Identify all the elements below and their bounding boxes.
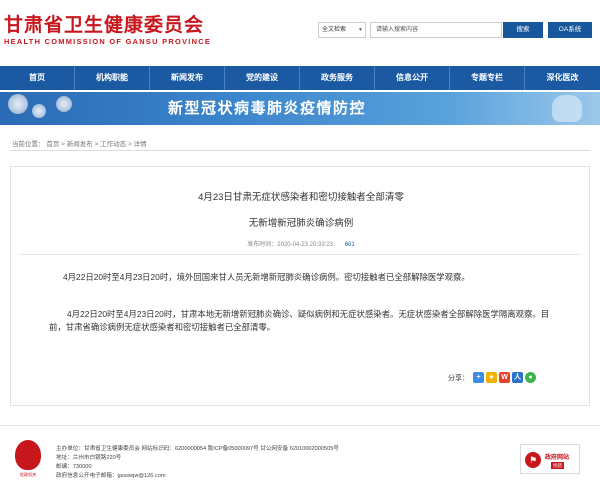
publish-time: 2020-04-23 20:33:23 <box>277 242 334 248</box>
breadcrumb-separator: > <box>127 141 132 148</box>
chevron-down-icon: ▼ <box>358 27 363 33</box>
nav-item-party[interactable]: 党的建设 <box>225 66 300 90</box>
search-bar: 全文检索 ▼ 请输入搜索内容 <box>318 22 502 38</box>
article-panel: 4月23日甘肃无症状感染者和密切接触者全部清零 无新增新冠肺炎确诊病例 发布时间… <box>10 166 590 406</box>
virus-icon <box>32 104 46 118</box>
breadcrumb-work-news[interactable]: 工作动态 <box>100 141 126 148</box>
share-label: 分享： <box>448 374 469 382</box>
nav-item-reform[interactable]: 深化医改 <box>525 66 600 90</box>
view-count: 601 <box>344 242 355 248</box>
article-paragraph: 4月22日20时至4月23日20时，境外回国来甘人员无新增新冠肺炎确诊病例。密切… <box>63 272 470 282</box>
share-bar: 分享： + ★ W 人 ● <box>448 372 536 383</box>
breadcrumb: 当前位置： 首页 > 新闻发布 > 工作动态 > 详情 <box>12 138 147 148</box>
publish-label: 发布时间： <box>247 242 278 248</box>
article-meta: 发布时间：2020-04-23 20:33:23 601 <box>11 239 591 248</box>
article-paragraph: 4月22日20时至4月23日20时，甘肃本地无新增新冠肺炎确诊、疑似病例和无症状… <box>49 309 550 332</box>
share-more-icon[interactable]: + <box>473 372 484 383</box>
nav-item-services[interactable]: 政务服务 <box>300 66 375 90</box>
nav-item-news[interactable]: 新闻发布 <box>150 66 225 90</box>
article-title: 4月23日甘肃无症状感染者和密切接触者全部清零 <box>198 192 404 203</box>
search-button[interactable]: 搜索 <box>503 22 543 38</box>
gov-site-error-report-badge[interactable]: ⚑ 政府网站 找错 <box>520 444 580 474</box>
article-subtitle: 无新增新冠肺炎确诊病例 <box>248 218 354 229</box>
covid-banner[interactable]: 新型冠状病毒肺炎疫情防控 <box>0 92 600 125</box>
breadcrumb-detail: 详情 <box>133 141 147 148</box>
article-divider <box>19 254 581 255</box>
banner-title: 新型冠状病毒肺炎疫情防控 <box>168 100 367 117</box>
qzone-icon[interactable]: ★ <box>486 372 497 383</box>
footer-address: 地址：兰州市白银路220号 <box>56 455 122 461</box>
virus-icon <box>56 96 72 112</box>
breadcrumb-home[interactable]: 首页 <box>46 141 59 148</box>
search-scope-label: 全文检索 <box>322 27 347 33</box>
wechat-icon[interactable]: ● <box>525 372 536 383</box>
virus-icon <box>8 94 28 114</box>
breadcrumb-separator: > <box>94 141 99 148</box>
gov-site-label: 政府网站 <box>545 455 570 461</box>
footer-postcode: 邮编：730000 <box>56 464 92 470</box>
site-footer: 党政机关 主办单位：甘肃省卫生健康委员会 网站标识码：6200000054 陇I… <box>0 425 600 487</box>
breadcrumb-news[interactable]: 新闻发布 <box>67 141 93 148</box>
renren-icon[interactable]: 人 <box>512 372 523 383</box>
site-logo-subtitle: HEALTH COMMISSION OF GANSU PROVINCE <box>4 37 212 46</box>
site-header: 甘肃省卫生健康委员会 HEALTH COMMISSION OF GANSU PR… <box>0 0 600 62</box>
weibo-icon[interactable]: W <box>499 372 510 383</box>
breadcrumb-separator: > <box>61 141 65 148</box>
search-input[interactable]: 请输入搜索内容 <box>370 22 502 38</box>
nav-item-disclosure[interactable]: 信息公开 <box>375 66 450 90</box>
breadcrumb-divider <box>10 150 590 151</box>
main-nav: 首页 机构职能 新闻发布 党的建设 政务服务 信息公开 专题专栏 深化医改 <box>0 66 600 90</box>
site-logo-title[interactable]: 甘肃省卫生健康委员会 <box>4 10 204 37</box>
footer-sponsor-info: 主办单位：甘肃省卫生健康委员会 网站标识码：6200000054 陇ICP备05… <box>56 446 339 452</box>
gov-site-icon: ⚑ <box>525 452 541 468</box>
oa-system-button[interactable]: OA系统 <box>548 22 592 38</box>
nav-item-topics[interactable]: 专题专栏 <box>450 66 525 90</box>
footer-email: 政府信息公开电子邮箱：gssswjw@126.com <box>56 473 166 479</box>
nav-item-functions[interactable]: 机构职能 <box>75 66 150 90</box>
error-report-label: 找错 <box>551 462 564 469</box>
emblem-label: 党政机关 <box>19 472 37 477</box>
party-gov-emblem-icon[interactable] <box>15 440 41 470</box>
nav-item-home[interactable]: 首页 <box>0 66 75 90</box>
breadcrumb-prefix: 当前位置： <box>12 141 45 148</box>
search-scope-select[interactable]: 全文检索 ▼ <box>318 22 366 38</box>
lung-icon <box>552 95 582 122</box>
